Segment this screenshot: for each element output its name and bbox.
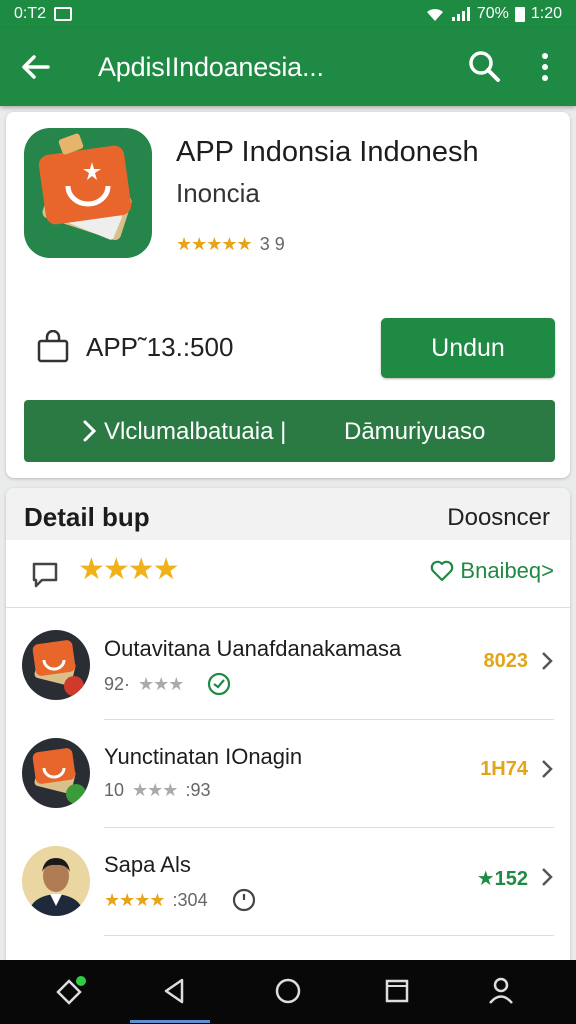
clock-icon [232, 888, 255, 912]
battery-percent: 70% [476, 5, 509, 22]
chevron-right-icon [542, 652, 553, 670]
search-icon[interactable] [466, 48, 502, 84]
rating-row: ★★★★ Bnaibeq> [6, 540, 570, 608]
list-item[interactable]: Outavitana Uanafdanakamasa 92· ★★★ 8023 [6, 612, 570, 720]
assistant-icon[interactable] [52, 974, 86, 1008]
avatar [22, 846, 90, 916]
install-button-label: Undun [431, 333, 505, 362]
nav-recents-icon[interactable] [380, 974, 414, 1008]
details-card: Detail bup Doosncer ★★★★ Bnaibeq> Outavi… [6, 488, 570, 960]
status-bar: 0:T2 70% 1:20 [0, 0, 576, 28]
app-rating: ★★★★★ 3 9 [176, 234, 285, 255]
rating-stars: ★★★★★ [176, 234, 253, 254]
item-prefix: 92· [104, 673, 131, 694]
verified-check-icon [208, 672, 231, 696]
app-subtitle: Inoncia [176, 178, 260, 208]
item-meta: ★★★★ :304 [104, 888, 256, 912]
item-stars: ★★★ [132, 780, 178, 800]
action-right-label: Dāmuriyuaso [344, 418, 486, 445]
back-arrow-icon[interactable] [18, 50, 52, 84]
item-name: Sapa Als [104, 852, 191, 877]
item-stars: ★★★★ [104, 889, 166, 910]
item-prefix: 10 [104, 780, 125, 800]
heart-icon [431, 560, 454, 582]
battery-icon [514, 6, 525, 22]
avatar [22, 630, 90, 700]
app-icon [24, 128, 152, 258]
avatar [22, 738, 90, 808]
item-meta: 92· ★★★ [104, 672, 231, 696]
nav-home-icon[interactable] [271, 974, 305, 1008]
item-meta: 10 ★★★ :93 [104, 780, 210, 801]
more-options-icon[interactable] [530, 50, 560, 84]
details-title: Detail bup [24, 502, 150, 532]
item-value: 1H74 [480, 758, 528, 780]
list-item[interactable]: Sapa Als ★★★★ :304 ★152 [6, 828, 570, 936]
developer-label[interactable]: Doosncer [447, 504, 550, 532]
system-nav-bar [0, 960, 576, 1024]
app-bar: ApdisIIndoanesia... [0, 28, 576, 106]
details-header: Detail bup Doosncer [6, 488, 570, 540]
item-stars: ★★★ [138, 673, 184, 694]
item-name: Outavitana Uanafdanakamasa [104, 636, 402, 661]
list-item[interactable]: Yunctinatan IOnagin 10 ★★★ :93 1H74 [6, 720, 570, 828]
status-time-left: 0:T2 [14, 5, 47, 22]
chevron-right-icon [542, 760, 553, 778]
details-stars: ★★★★ [78, 553, 180, 586]
install-button[interactable]: Undun [381, 318, 555, 378]
shopping-bag-icon [37, 330, 69, 363]
item-name: Yunctinatan IOnagin [104, 744, 303, 769]
action-bar-button[interactable]: Vlclumalbatuaia | Dāmuriyuaso [24, 400, 555, 462]
app-name: APP Indonsia Indonesh [176, 136, 479, 168]
nav-indicator [130, 1020, 210, 1023]
account-icon[interactable] [484, 974, 518, 1008]
review-bubble-icon[interactable] [28, 556, 62, 590]
wifi-icon [426, 8, 443, 21]
app-logo-icon [38, 133, 132, 240]
chevron-right-icon [83, 420, 97, 442]
follow-button[interactable]: Bnaibeq> [430, 558, 554, 584]
rating-count: 3 9 [259, 234, 285, 254]
item-suffix: :304 [172, 889, 208, 910]
price-label: APP˜13.:500 [86, 332, 234, 362]
status-clock: 1:20 [530, 5, 562, 22]
item-value: 8023 [483, 650, 529, 672]
item-value: ★152 [476, 868, 528, 890]
app-info-card: APP Indonsia Indonesh Inoncia ★★★★★ 3 9 … [6, 112, 570, 478]
page-title: ApdisIIndoanesia... [98, 52, 324, 82]
chevron-right-icon [542, 868, 553, 886]
nav-back-icon[interactable] [158, 974, 192, 1008]
notification-icon [54, 7, 73, 21]
item-suffix: :93 [185, 780, 211, 800]
signal-icon [451, 7, 470, 21]
action-left-label: Vlclumalbatuaia | [104, 418, 287, 445]
follow-label: Bnaibeq> [460, 558, 554, 583]
